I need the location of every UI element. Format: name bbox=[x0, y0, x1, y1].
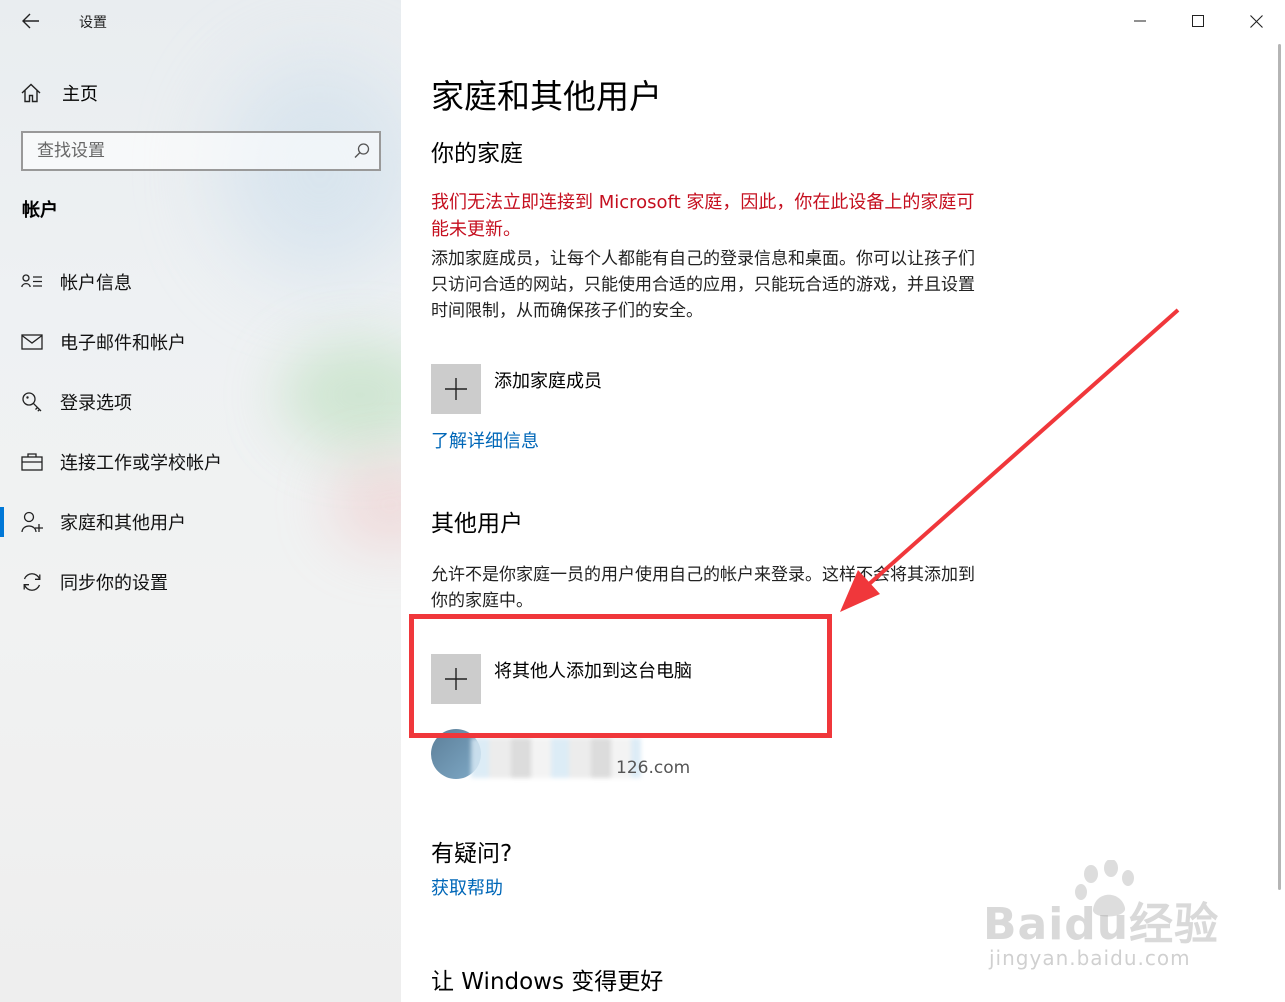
sidebar-item-sync[interactable]: 同步你的设置 bbox=[0, 552, 401, 612]
minimize-icon bbox=[1134, 20, 1146, 22]
sidebar: 设置 主页 帐户 帐户信息 电子邮件和帐户 bbox=[0, 0, 401, 1002]
sidebar-item-label: 帐户信息 bbox=[60, 273, 132, 294]
help-heading: 有疑问? bbox=[431, 841, 513, 867]
back-button[interactable] bbox=[14, 6, 48, 36]
maximize-button[interactable] bbox=[1169, 0, 1227, 42]
titlebar-left: 设置 bbox=[0, 0, 401, 42]
family-description: 添加家庭成员，让每个人都能有自己的登录信息和桌面。你可以让孩子们只访问合适的网站… bbox=[431, 249, 975, 321]
search-icon[interactable] bbox=[353, 142, 371, 160]
home-icon bbox=[21, 83, 41, 103]
add-family-member-button[interactable]: 添加家庭成员 bbox=[431, 364, 602, 414]
family-heading: 你的家庭 bbox=[431, 141, 523, 167]
sidebar-nav: 帐户信息 电子邮件和帐户 登录选项 连接工作或学校帐户 家庭和其他用户 同步你的… bbox=[0, 252, 401, 612]
key-icon bbox=[20, 390, 44, 414]
plus-icon bbox=[445, 378, 467, 400]
other-user-account[interactable]: 126.com bbox=[431, 728, 690, 780]
window-controls bbox=[1111, 0, 1285, 42]
account-info-icon bbox=[20, 270, 44, 294]
add-family-member-label: 添加家庭成员 bbox=[494, 371, 602, 392]
main-content: 家庭和其他用户 你的家庭 我们无法立即连接到 Microsoft 家庭，因此，你… bbox=[401, 0, 1285, 1002]
plus-icon bbox=[445, 668, 467, 690]
maximize-icon bbox=[1192, 15, 1204, 27]
add-other-user-button[interactable]: 将其他人添加到这台电脑 bbox=[431, 654, 692, 704]
get-help-link[interactable]: 获取帮助 bbox=[431, 874, 503, 900]
user-email: 126.com bbox=[616, 758, 691, 778]
search-input[interactable] bbox=[37, 141, 353, 161]
sidebar-item-work-school[interactable]: 连接工作或学校帐户 bbox=[0, 432, 401, 492]
minimize-button[interactable] bbox=[1111, 0, 1169, 42]
sidebar-item-label: 同步你的设置 bbox=[60, 573, 168, 594]
other-users-description: 允许不是你家庭一员的用户使用自己的帐户来登录。这样不会将其添加到你的家庭中。 bbox=[431, 565, 975, 611]
search-box[interactable] bbox=[21, 131, 381, 171]
sidebar-item-email-accounts[interactable]: 电子邮件和帐户 bbox=[0, 312, 401, 372]
family-user-icon bbox=[20, 510, 44, 534]
section-title: 帐户 bbox=[22, 200, 58, 221]
home-nav-item[interactable]: 主页 bbox=[20, 78, 98, 108]
app-title: 设置 bbox=[79, 15, 107, 31]
learn-more-link[interactable]: 了解详细信息 bbox=[431, 427, 539, 453]
plus-tile bbox=[431, 364, 481, 414]
sidebar-item-label: 电子邮件和帐户 bbox=[60, 333, 186, 354]
other-users-heading: 其他用户 bbox=[431, 511, 523, 537]
close-icon bbox=[1249, 14, 1263, 28]
home-label: 主页 bbox=[62, 84, 98, 105]
improve-windows-heading: 让 Windows 变得更好 bbox=[431, 969, 664, 995]
sidebar-item-sign-in-options[interactable]: 登录选项 bbox=[0, 372, 401, 432]
scrollbar[interactable] bbox=[1278, 44, 1281, 890]
sidebar-item-family-users[interactable]: 家庭和其他用户 bbox=[0, 492, 401, 552]
sidebar-item-label: 登录选项 bbox=[60, 393, 132, 414]
family-warning-text: 我们无法立即连接到 Microsoft 家庭，因此，你在此设备上的家庭可能未更新… bbox=[431, 192, 975, 240]
sidebar-item-account-info[interactable]: 帐户信息 bbox=[0, 252, 401, 312]
plus-tile bbox=[431, 654, 481, 704]
sync-icon bbox=[20, 570, 44, 594]
briefcase-icon bbox=[20, 450, 44, 474]
close-button[interactable] bbox=[1227, 0, 1285, 42]
back-arrow-icon bbox=[22, 13, 39, 29]
sidebar-item-label: 连接工作或学校帐户 bbox=[60, 453, 222, 474]
page-title: 家庭和其他用户 bbox=[431, 77, 662, 116]
mail-icon bbox=[20, 330, 44, 354]
sidebar-item-label: 家庭和其他用户 bbox=[60, 513, 186, 534]
add-other-user-label: 将其他人添加到这台电脑 bbox=[494, 661, 692, 682]
